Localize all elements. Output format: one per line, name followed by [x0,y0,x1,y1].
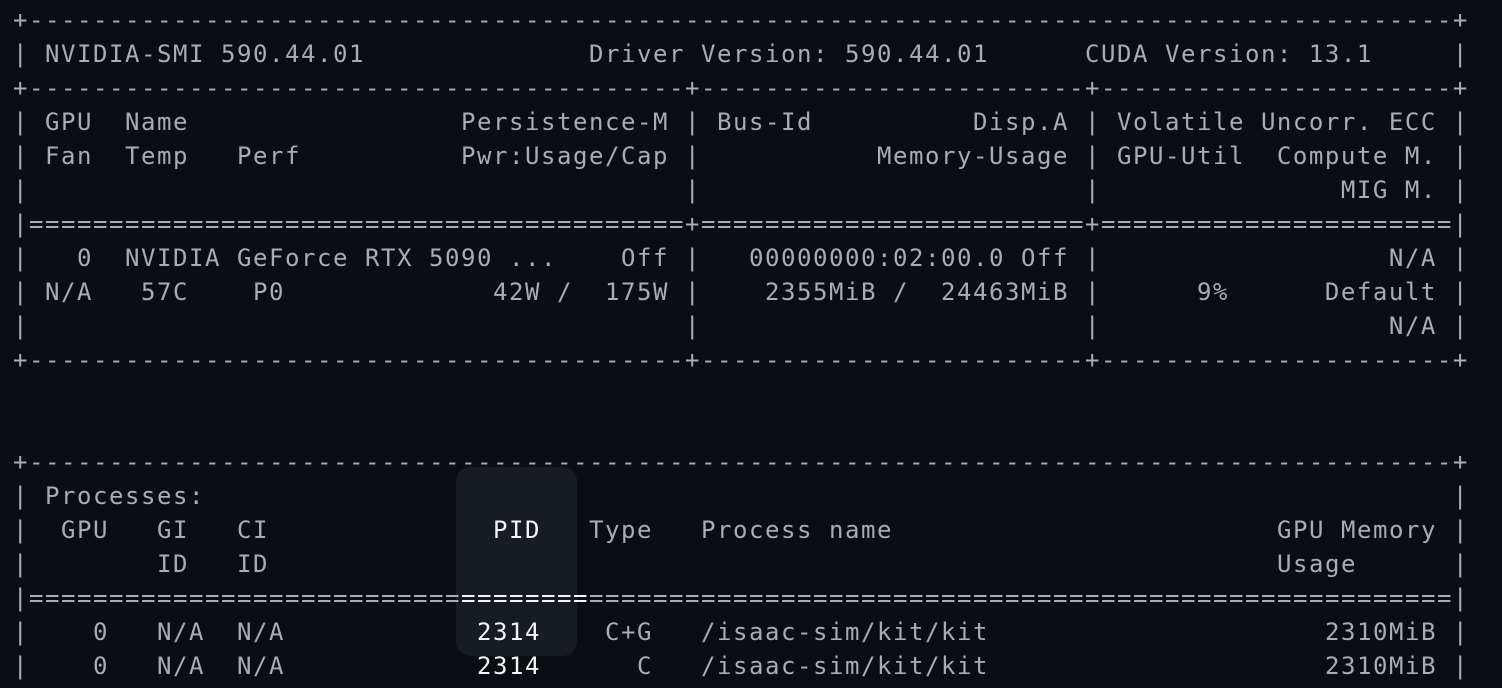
terminal-line: | 0 N/A N/A 2314 C /isaac-sim/kit/kit 23… [13,652,1469,680]
terminal-line: | N/A 57C P0 42W / 175W | 2355MiB / 2446… [13,278,1469,306]
pid-cell: ======== [460,584,589,612]
nvidia-smi-output: +---------------------------------------… [13,3,1469,688]
terminal-line: | GPU GI CI PID Type Process name GPU Me… [13,516,1469,544]
terminal-line: | | | N/A | [13,312,1469,340]
terminal-line: +---------------------------------------… [13,6,1469,34]
terminal-line: | 0 NVIDIA GeForce RTX 5090 ... Off | 00… [13,244,1469,272]
pid-cell: PID [460,516,589,544]
pid-cell [461,550,589,578]
terminal-line: | 0 N/A N/A 2314 C+G /isaac-sim/kit/kit … [13,618,1469,646]
terminal-line: | Processes: | [13,482,1469,510]
terminal-line: |=======================================… [13,210,1469,238]
terminal-line: | Fan Temp Perf Pwr:Usage/Cap | Memory-U… [13,142,1469,170]
terminal-line: +---------------------------------------… [13,74,1469,102]
terminal-line: | NVIDIA-SMI 590.44.01 Driver Version: 5… [13,40,1469,68]
terminal-line: | ID ID Usage | [13,550,1469,578]
pid-cell: 2314 [460,652,589,680]
terminal-line: | | | MIG M. | [13,176,1469,204]
terminal-window: +---------------------------------------… [0,0,1502,688]
terminal-line: |=======================================… [13,584,1469,612]
terminal-line: | GPU Name Persistence-M | Bus-Id Disp.A… [13,108,1469,136]
pid-cell: 2314 [460,618,589,646]
terminal-line: +---------------------------------------… [13,448,1469,476]
terminal-line: +---------------------------------------… [13,346,1469,374]
